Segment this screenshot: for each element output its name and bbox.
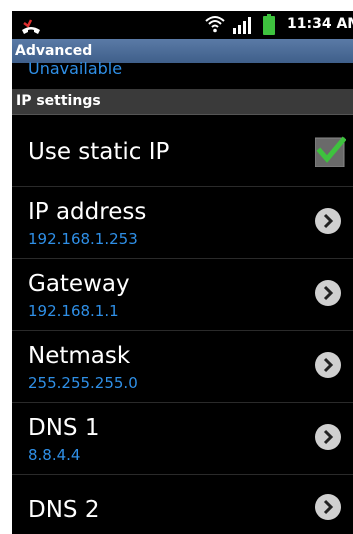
title-bar: Advanced <box>12 39 353 63</box>
setting-gateway[interactable]: Gateway 192.168.1.1 <box>12 259 353 331</box>
setting-dns-2[interactable]: DNS 2 <box>12 475 353 534</box>
setting-label: Netmask <box>28 343 131 369</box>
chevron-right-icon[interactable] <box>314 279 342 307</box>
page-title: Advanced <box>15 43 93 59</box>
setting-label: DNS 2 <box>28 497 100 523</box>
section-header-label: IP settings <box>16 93 101 109</box>
setting-value: 192.168.1.1 <box>28 302 119 320</box>
status-clock: 11:34 AM <box>287 16 353 32</box>
signal-icon <box>233 17 251 34</box>
setting-netmask[interactable]: Netmask 255.255.255.0 <box>12 331 353 403</box>
setting-use-static-ip[interactable]: Use static IP <box>12 115 353 187</box>
chevron-right-icon[interactable] <box>314 351 342 379</box>
chevron-right-icon[interactable] <box>314 493 342 521</box>
setting-label: Gateway <box>28 271 130 297</box>
setting-dns-1[interactable]: DNS 1 8.8.4.4 <box>12 403 353 475</box>
previous-item-value: Unavailable <box>28 61 123 75</box>
missed-call-icon <box>22 19 40 34</box>
chevron-right-icon[interactable] <box>314 207 342 235</box>
setting-label: DNS 1 <box>28 415 100 441</box>
section-header-ip-settings: IP settings <box>12 89 353 115</box>
checkbox-checked-icon[interactable] <box>315 136 346 167</box>
setting-label: Use static IP <box>28 139 170 165</box>
chevron-right-icon[interactable] <box>314 423 342 451</box>
setting-value: 8.8.4.4 <box>28 446 81 464</box>
setting-value: 192.168.1.253 <box>28 230 138 248</box>
wifi-icon <box>205 16 225 33</box>
status-bar: 11:34 AM <box>12 11 353 39</box>
phone-screen: 11:34 AM Advanced Unavailable IP setting… <box>12 11 353 534</box>
battery-icon <box>263 14 275 35</box>
setting-value: 255.255.255.0 <box>28 374 138 392</box>
setting-label: IP address <box>28 199 147 225</box>
setting-ip-address[interactable]: IP address 192.168.1.253 <box>12 187 353 259</box>
